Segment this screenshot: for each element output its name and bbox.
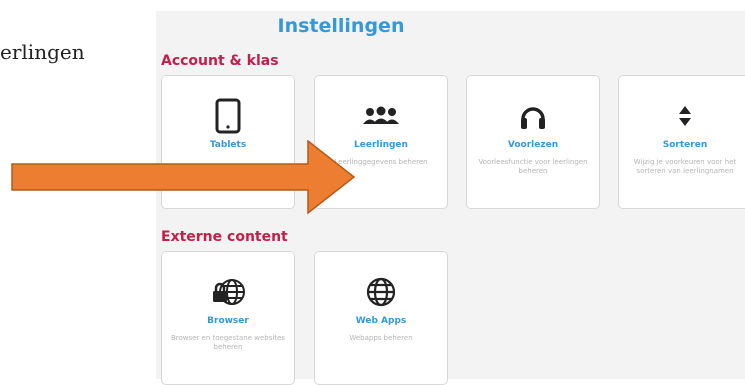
card-description: Webapps beheren bbox=[349, 334, 413, 342]
card-description: Wijzig je voorkeuren voor het sorteren v… bbox=[633, 158, 737, 175]
card-web-apps[interactable]: Web Apps Webapps beheren bbox=[314, 251, 448, 385]
orange-arrow-annotation bbox=[11, 140, 356, 215]
card-label: Sorteren bbox=[662, 140, 708, 150]
card-label: Web Apps bbox=[355, 316, 407, 326]
card-description: Voorleesfunctie voor leerlingen beheren bbox=[478, 158, 588, 175]
sort-icon bbox=[619, 98, 745, 134]
section-title-account: Account & klas bbox=[161, 53, 279, 69]
section-title-externe-content: Externe content bbox=[161, 229, 288, 245]
users-icon bbox=[315, 98, 447, 134]
card-label: Voorlezen bbox=[507, 140, 559, 150]
cropped-heading-fragment: erlingen bbox=[0, 40, 85, 64]
card-browser[interactable]: Browser Browser en toegestane websites b… bbox=[161, 251, 295, 385]
globe-icon bbox=[315, 274, 447, 310]
card-voorlezen[interactable]: Voorlezen Voorleesfunctie voor leerlinge… bbox=[466, 75, 600, 209]
page-title: Instellingen bbox=[277, 15, 405, 37]
headphones-icon bbox=[467, 98, 599, 134]
card-sorteren[interactable]: Sorteren Wijzig je voorkeuren voor het s… bbox=[618, 75, 745, 209]
globe-lock-icon bbox=[162, 274, 294, 310]
tablet-icon bbox=[162, 98, 294, 134]
card-description: Browser en toegestane websites beheren bbox=[170, 334, 286, 351]
card-label: Browser bbox=[207, 316, 249, 326]
